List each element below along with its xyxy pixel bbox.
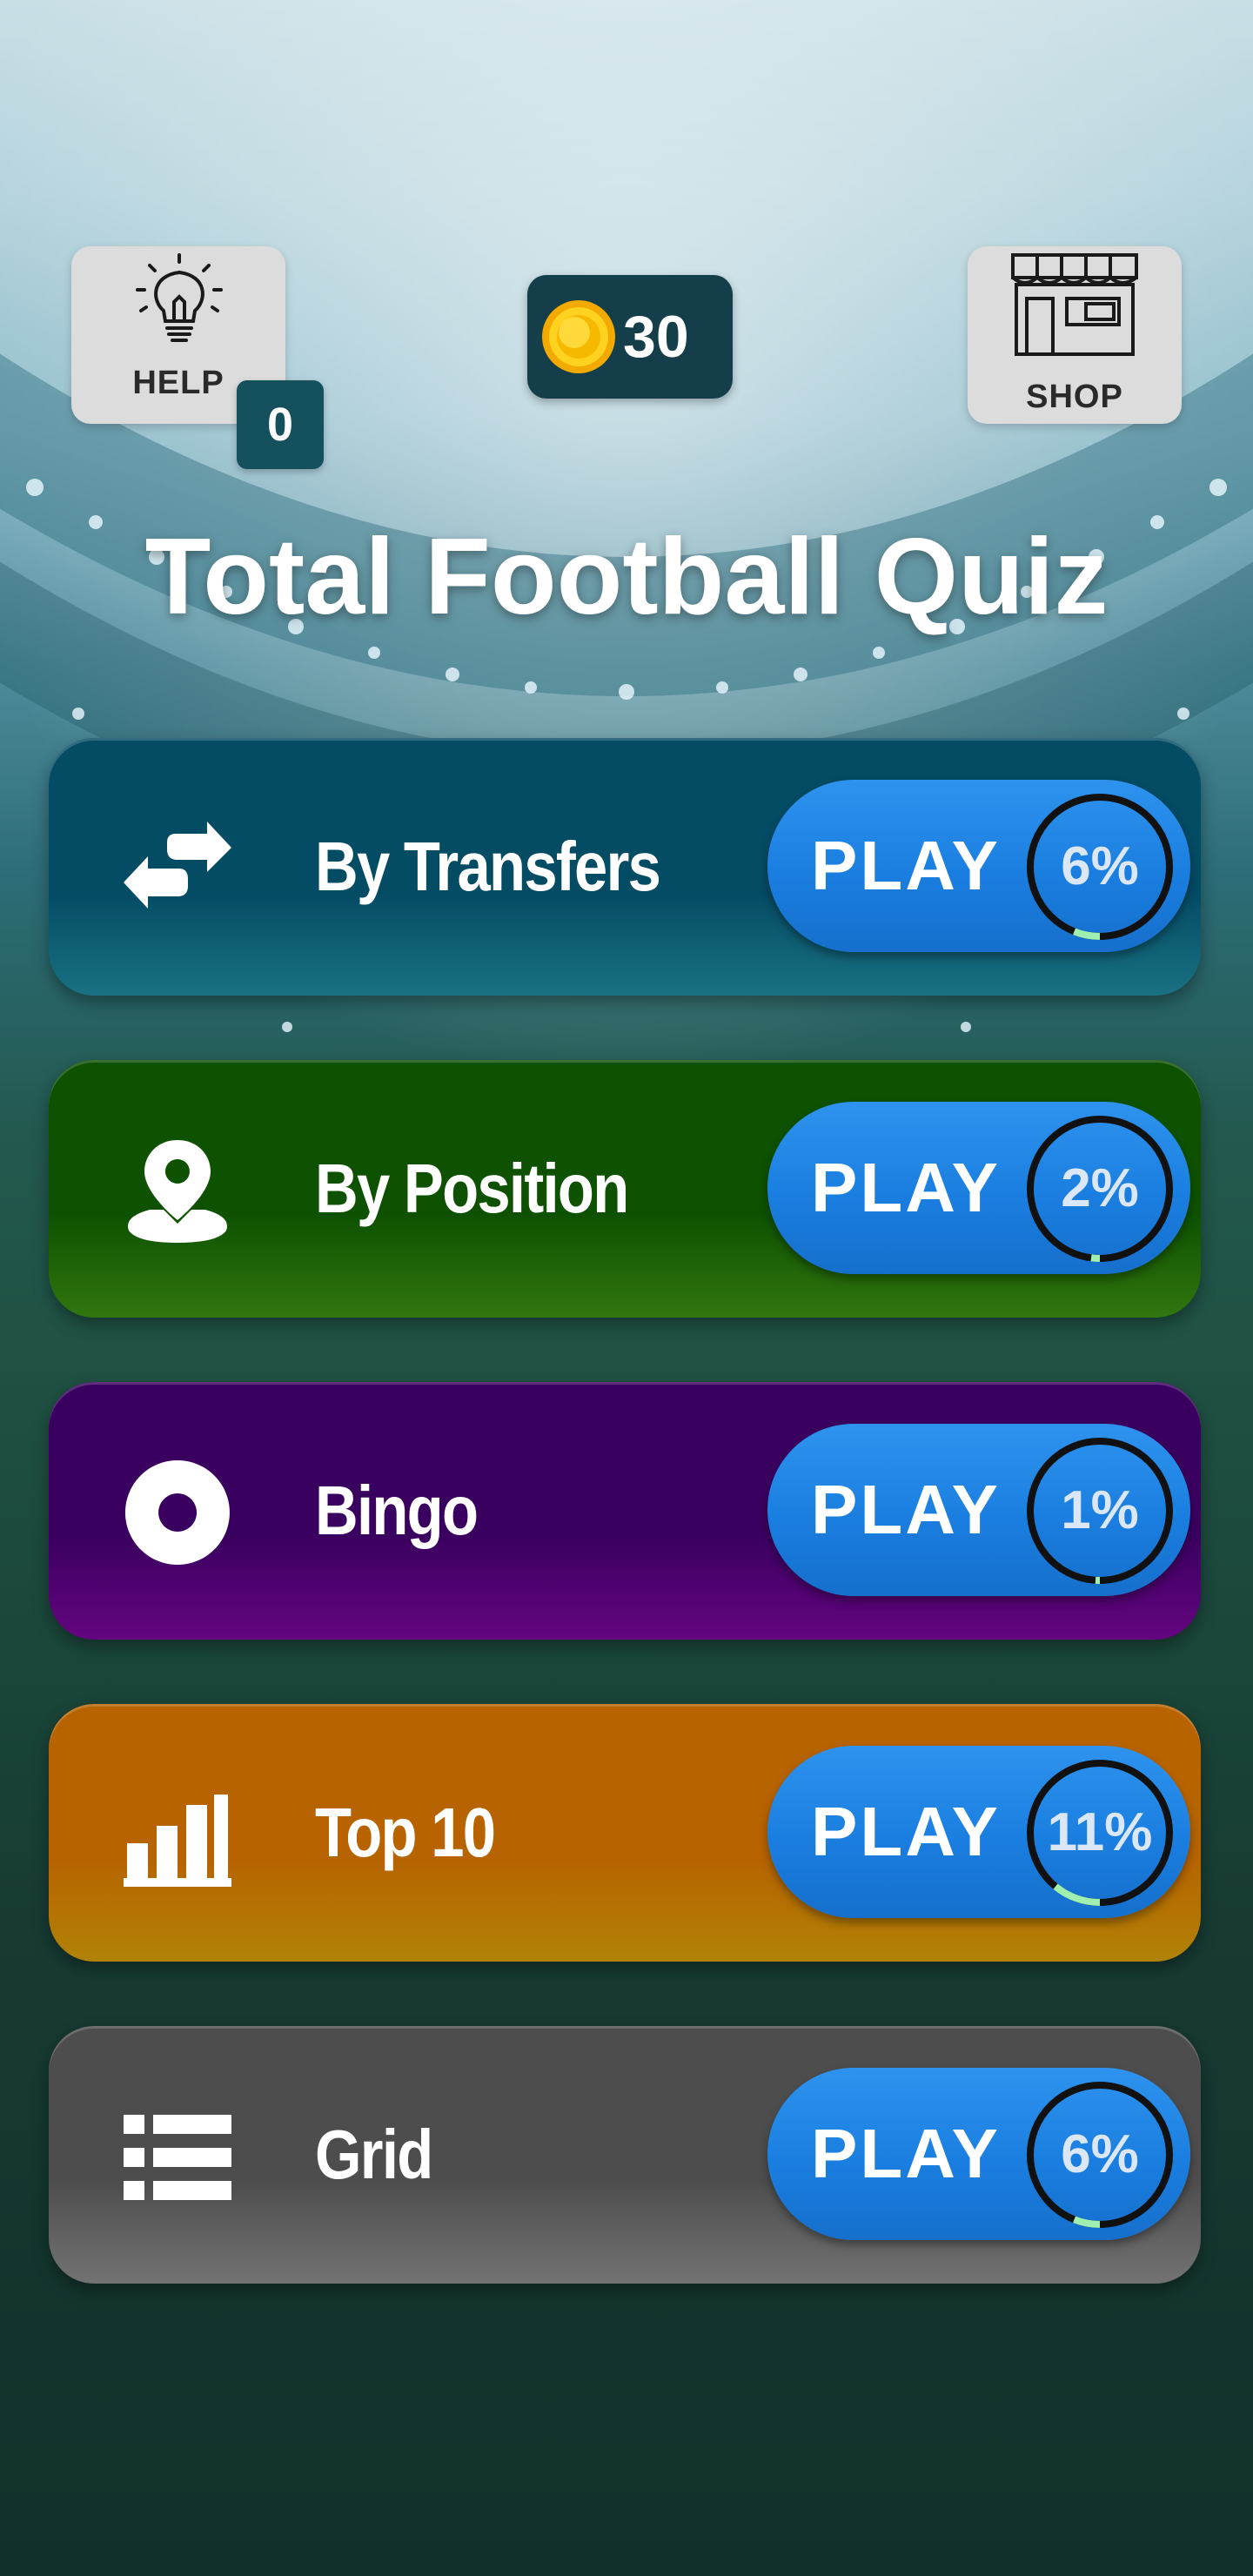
coin-icon [542,300,615,373]
ring-icon [124,1460,230,1565]
play-label: PLAY [811,1793,1002,1870]
mode-card-top-10[interactable]: Top 10 PLAY 11% [49,1704,1201,1962]
mode-card-grid[interactable]: Grid PLAY 6% [49,2026,1201,2284]
play-label: PLAY [811,2115,1002,2192]
progress-percent: 6% [1061,2124,1139,2184]
progress-percent: 1% [1061,1480,1139,1540]
progress-percent: 6% [1061,836,1139,896]
progress-percent: 11% [1047,1802,1153,1862]
mode-name: By Transfers [315,828,661,905]
play-label: PLAY [811,1149,1002,1226]
lightbulb-icon [136,253,223,342]
mode-card-by-transfers[interactable]: By Transfers PLAY 6% [49,738,1201,996]
shop-button[interactable]: SHOP [968,246,1182,424]
mode-name: Grid [315,2116,433,2193]
hints-count-badge: 0 [237,380,324,469]
page-title: Total Football Quiz [144,517,1109,637]
play-button[interactable]: PLAY 11% [767,1746,1190,1918]
bar-chart-icon [124,1794,231,1887]
mode-name: By Position [315,1150,629,1227]
store-icon [1011,253,1138,356]
play-button[interactable]: PLAY 2% [767,1102,1190,1274]
list-icon [124,2115,231,2200]
coin-count: 30 [623,304,689,370]
mode-card-bingo[interactable]: Bingo PLAY 1% [49,1382,1201,1640]
play-label: PLAY [811,1471,1002,1548]
mode-name: Top 10 [315,1794,496,1871]
progress-percent: 2% [1061,1158,1139,1218]
coin-balance: 30 [527,275,733,399]
mode-name: Bingo [315,1472,479,1549]
play-button[interactable]: PLAY 6% [767,780,1190,952]
map-pin-icon [128,1140,227,1243]
mode-card-by-position[interactable]: By Position PLAY 2% [49,1060,1201,1318]
shop-label: SHOP [1026,379,1123,415]
transfer-arrows-icon [124,822,231,909]
play-button[interactable]: PLAY 6% [767,2068,1190,2240]
play-label: PLAY [811,827,1002,904]
play-button[interactable]: PLAY 1% [767,1424,1190,1596]
